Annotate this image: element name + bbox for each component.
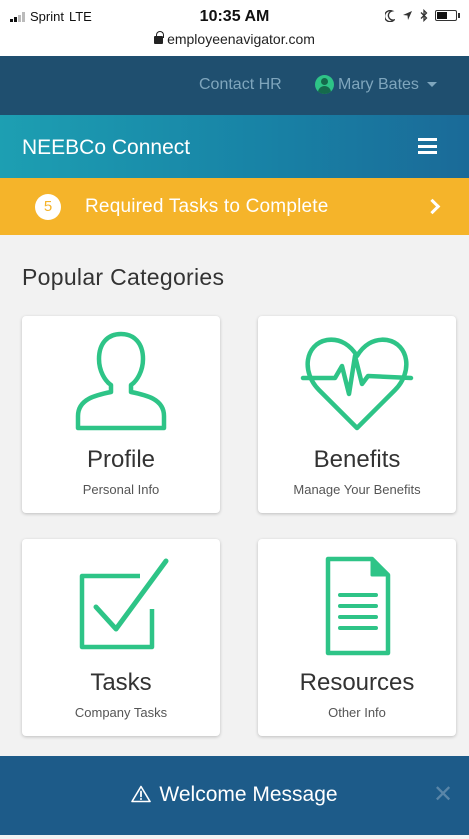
lock-icon — [154, 31, 164, 44]
top-nav: Contact HR Mary Bates — [0, 56, 469, 115]
battery-icon — [435, 10, 460, 21]
menu-icon[interactable] — [418, 138, 437, 154]
location-icon — [403, 11, 412, 20]
profile-card[interactable]: Profile Personal Info — [22, 316, 220, 513]
bluetooth-icon — [420, 9, 428, 22]
user-menu[interactable]: Mary Bates — [315, 75, 437, 94]
welcome-text: Welcome Message — [159, 783, 338, 806]
warning-icon — [131, 785, 152, 803]
card-subtitle: Personal Info — [82, 482, 160, 497]
app-title: NEEBCo Connect — [22, 136, 191, 159]
card-title: Profile — [86, 446, 156, 473]
url-text: employeenavigator.com — [167, 31, 315, 47]
card-title: Tasks — [90, 669, 152, 696]
section-title: Popular Categories — [22, 264, 225, 290]
url-bar[interactable]: employeenavigator.com — [0, 31, 469, 47]
chevron-down-icon — [426, 82, 437, 87]
contact-hr-link[interactable]: Contact HR — [199, 76, 282, 94]
required-tasks-label: Required Tasks to Complete — [85, 196, 329, 217]
avatar-icon — [315, 75, 334, 94]
status-bar: Sprint LTE 10:35 AM employeenavigator.co… — [0, 0, 469, 56]
benefits-card[interactable]: Benefits Manage Your Benefits — [258, 316, 456, 513]
document-icon — [325, 556, 391, 656]
resources-card[interactable]: Resources Other Info — [258, 539, 456, 736]
heart-pulse-icon — [300, 337, 414, 431]
user-name: Mary Bates — [338, 75, 419, 93]
card-title: Resources — [299, 669, 415, 696]
card-subtitle: Manage Your Benefits — [293, 482, 421, 497]
app-header: NEEBCo Connect — [0, 115, 469, 178]
welcome-content: Welcome Message — [0, 783, 469, 807]
status-right — [385, 9, 460, 22]
checkbox-icon — [79, 558, 169, 650]
card-subtitle: Other Info — [328, 705, 386, 720]
welcome-bar[interactable]: Welcome Message ✕ — [0, 756, 469, 835]
card-title: Benefits — [313, 446, 401, 473]
task-count-badge: 5 — [35, 194, 61, 220]
tasks-card[interactable]: Tasks Company Tasks — [22, 539, 220, 736]
person-icon — [75, 331, 167, 431]
close-icon[interactable]: ✕ — [433, 783, 453, 807]
moon-icon — [385, 9, 395, 22]
card-subtitle: Company Tasks — [74, 705, 168, 720]
